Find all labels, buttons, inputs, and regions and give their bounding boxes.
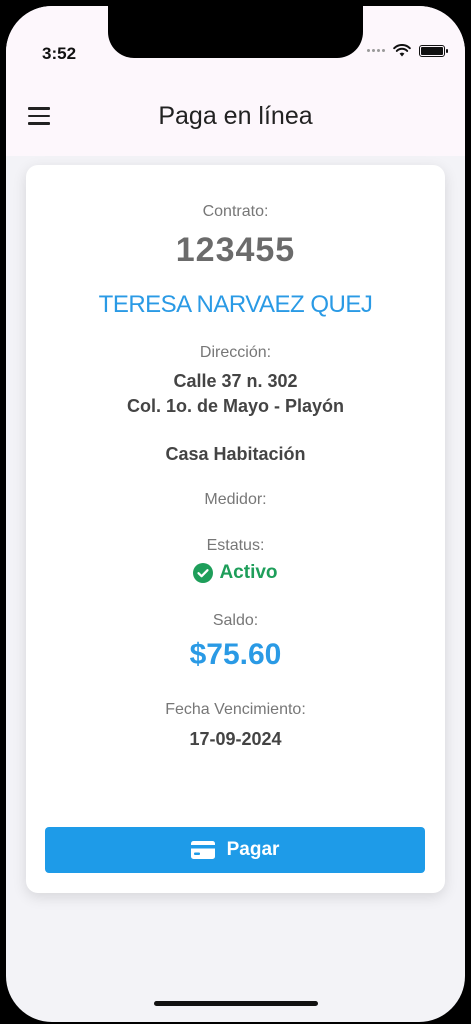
signal-icon: [367, 49, 385, 52]
account-card: Contrato: 123455 TERESA NARVAEZ QUEJ Dir…: [26, 165, 445, 893]
status-label: Estatus:: [206, 537, 265, 554]
wifi-icon: [393, 44, 411, 57]
due-date-label: Fecha Vencimiento:: [165, 701, 306, 718]
balance-value: $75.60: [189, 638, 282, 671]
contract-label: Contrato:: [202, 203, 269, 220]
contract-number: 123455: [175, 231, 296, 269]
address-line-1: Calle 37 n. 302: [173, 371, 298, 391]
battery-icon: [419, 44, 448, 57]
phone-screen: 3:52 Paga en línea Contrato: 123455 TERE…: [6, 6, 465, 1022]
status-badge: Activo: [26, 562, 445, 584]
address-line-2: Col. 1o. de Mayo - Playón: [126, 396, 345, 416]
balance-label: Saldo:: [212, 612, 259, 629]
credit-card-icon: [190, 841, 215, 859]
account-holder-name: TERESA NARVAEZ QUEJ: [98, 291, 373, 318]
status-value: Activo: [219, 562, 278, 583]
status-bar-icons: [367, 44, 448, 57]
pay-button[interactable]: Pagar: [45, 827, 425, 873]
status-bar-time: 3:52: [42, 44, 77, 63]
page-title: Paga en línea: [158, 102, 313, 130]
device-notch: [108, 6, 363, 58]
address-label: Dirección:: [199, 344, 272, 361]
pay-button-label: Pagar: [226, 839, 280, 860]
property-type: Casa Habitación: [165, 444, 306, 464]
due-date-value: 17-09-2024: [189, 729, 282, 749]
check-circle-icon: [193, 563, 214, 583]
home-indicator[interactable]: [154, 1001, 318, 1006]
app-bar: Paga en línea: [6, 90, 465, 142]
meter-label: Medidor:: [204, 491, 267, 508]
